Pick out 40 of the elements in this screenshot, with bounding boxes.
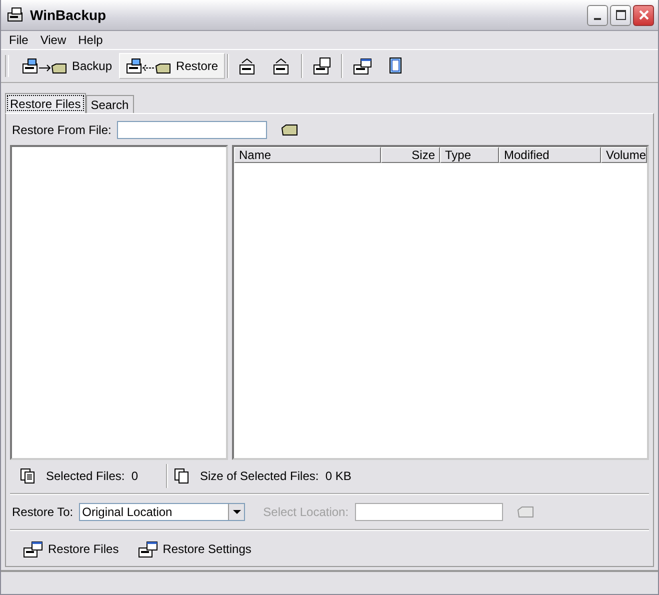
field-label: Restore To:	[12, 505, 74, 520]
restore-settings-button[interactable]: Restore Settings	[134, 538, 254, 560]
close-icon	[638, 10, 648, 20]
minimize-button[interactable]	[587, 4, 608, 26]
close-button[interactable]	[633, 4, 654, 26]
tab[interactable]: Search	[86, 95, 134, 113]
drive-icon	[352, 57, 372, 75]
window-title: WinBackup	[30, 7, 108, 23]
toolbar-button[interactable]: Backup	[15, 53, 120, 79]
file-list[interactable]: Name Size Type Modified Volume	[232, 145, 649, 460]
field-label: Restore From File:	[12, 122, 112, 137]
field-label: Select Location:	[263, 505, 349, 520]
folder-icon[interactable]	[281, 124, 300, 136]
menu-item[interactable]: Help	[72, 33, 109, 47]
tab[interactable]: Restore Files	[5, 93, 86, 113]
drive-to-folder-icon	[22, 57, 68, 75]
toolbar-button[interactable]: Restore	[119, 53, 226, 79]
drive-icon	[7, 7, 25, 23]
column-header[interactable]: Size	[381, 147, 440, 164]
folder-to-drive-icon	[126, 57, 172, 75]
restore-file-field[interactable]	[117, 120, 268, 139]
drive-icon	[312, 57, 332, 75]
column-header[interactable]: Modified	[498, 147, 601, 164]
menu-item[interactable]: File	[3, 33, 34, 47]
drive-icon	[136, 540, 159, 558]
menu-item[interactable]: View	[34, 33, 72, 47]
minimize-icon	[594, 18, 601, 20]
maximize-button[interactable]	[610, 4, 631, 26]
maximize-icon	[616, 10, 626, 20]
selected-files-size: Size of Selected Files: 0 KB	[200, 468, 352, 483]
selected-files-count: Selected Files: 0	[46, 468, 138, 483]
drive-icon	[22, 540, 44, 558]
column-header[interactable]: Type	[440, 147, 499, 164]
column-header[interactable]: Volume	[601, 147, 647, 164]
column-header[interactable]: Name	[234, 147, 382, 164]
caret-icon	[232, 510, 241, 515]
documents-icon	[20, 468, 36, 484]
restore-to-dropdown[interactable]: Original Location	[79, 503, 246, 522]
copy-icon	[174, 468, 190, 484]
restore-files-button[interactable]: Restore Files	[20, 538, 121, 560]
